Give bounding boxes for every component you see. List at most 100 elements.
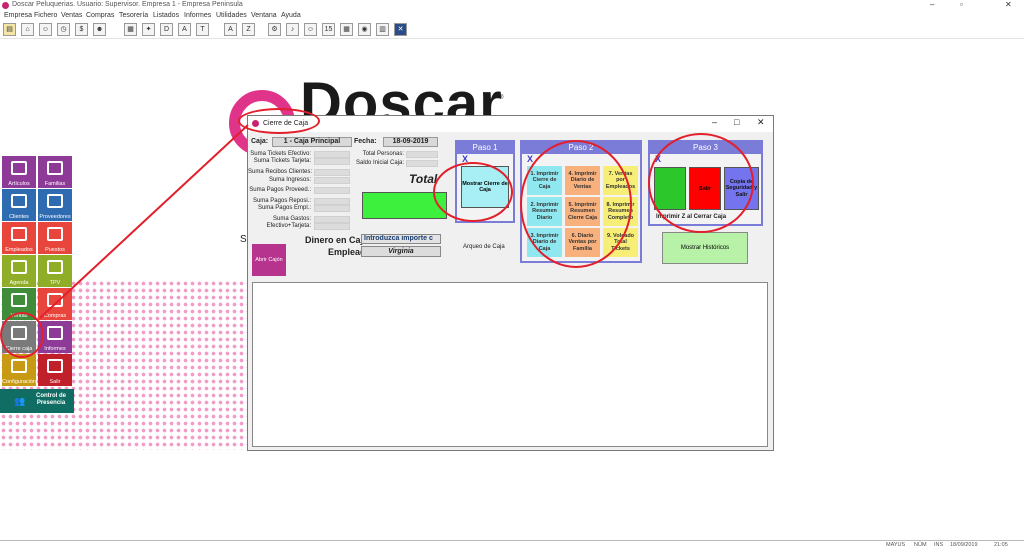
suma-recibos-value xyxy=(314,169,350,176)
menu-tesoreria[interactable]: Tesorería xyxy=(119,12,148,19)
suma-tickets-efectivo-label: Suma Tickets Efectivo: xyxy=(250,151,311,157)
mostrar-historicos-button[interactable]: Mostrar Históricos xyxy=(662,232,748,264)
people-icon[interactable]: ☺ xyxy=(39,23,52,36)
fecha-label: Fecha: xyxy=(354,138,377,145)
note-icon[interactable]: ♪ xyxy=(286,23,299,36)
calendar2-icon[interactable]: D xyxy=(160,23,173,36)
tile-label: Empleados xyxy=(5,247,33,253)
tile-label: Familias xyxy=(44,181,66,187)
annotation-circle-paso1 xyxy=(433,162,513,222)
menu-ventas[interactable]: Ventas xyxy=(61,12,82,19)
tile-1[interactable]: Familias xyxy=(38,156,72,188)
menu-bar: Empresa Fichero Ventas Compras Tesorería… xyxy=(0,12,1024,21)
tile-label: Compras xyxy=(43,313,67,319)
tile-label: Proveedores xyxy=(39,214,71,220)
tile-icon xyxy=(47,293,63,307)
tools-icon[interactable]: ✕ xyxy=(394,23,407,36)
calendar-icon[interactable]: ▦ xyxy=(124,23,137,36)
money-icon[interactable]: $ xyxy=(75,23,88,36)
doc-a-icon[interactable]: A xyxy=(224,23,237,36)
main-title-bar: Doscar Peluquerias. Usuario: Supervisor.… xyxy=(0,0,1024,12)
menu-compras[interactable]: Compras xyxy=(86,12,114,19)
tile-icon xyxy=(11,359,27,373)
star-icon[interactable]: ✦ xyxy=(142,23,155,36)
tile-icon xyxy=(47,161,63,175)
suma-tickets-tarjeta-value xyxy=(314,158,350,165)
tile-13[interactable]: Salir xyxy=(38,354,72,386)
globe-icon[interactable]: ◉ xyxy=(358,23,371,36)
menu-ayuda[interactable]: Ayuda xyxy=(281,12,301,19)
logo-registered: ® xyxy=(499,95,504,101)
people3-icon[interactable]: ☺ xyxy=(304,23,317,36)
dinero-cajon-input[interactable]: Introduzca importe c xyxy=(361,234,441,244)
window-title: Doscar Peluquerias. Usuario: Supervisor.… xyxy=(12,1,243,8)
total-personas-value xyxy=(406,151,438,158)
suma-pagos-proveed-value xyxy=(314,187,350,194)
suma-gastos-label: Suma Gastos: xyxy=(272,216,311,222)
doc-z-icon[interactable]: Z xyxy=(242,23,255,36)
people2-icon[interactable]: ☻ xyxy=(93,23,106,36)
minimize-button[interactable]: – xyxy=(930,0,934,9)
menu-utilidades[interactable]: Utilidades xyxy=(216,12,247,19)
suma-tickets-tarjeta-label: Suma Tickets Tarjeta: xyxy=(253,158,311,164)
menu-listados[interactable]: Listados xyxy=(153,12,179,19)
close-button[interactable]: ✕ xyxy=(1005,0,1012,9)
total-label: Total xyxy=(409,172,438,186)
folder-icon[interactable]: ▤ xyxy=(3,23,16,36)
tile-6[interactable]: Agenda xyxy=(2,255,36,287)
tile-label: Agenda xyxy=(9,280,29,286)
dialog-title-bar: Cierre de Caja – □ ✕ xyxy=(248,116,773,132)
control-presencia-button[interactable]: 👥 Control de Presencia xyxy=(0,389,74,413)
home-icon[interactable]: ⌂ xyxy=(21,23,34,36)
caja-label: Caja: xyxy=(251,138,269,145)
tile-icon xyxy=(47,260,63,274)
tile-label: Informes xyxy=(44,346,66,352)
calendar3-icon[interactable]: 15 xyxy=(322,23,335,36)
paso1-header: Paso 1 xyxy=(457,142,513,154)
report-area xyxy=(252,282,768,447)
tile-5[interactable]: Puestos xyxy=(38,222,72,254)
dialog-minimize-button[interactable]: – xyxy=(712,117,717,127)
dialog-maximize-button[interactable]: □ xyxy=(734,117,739,127)
menu-empresa[interactable]: Empresa xyxy=(4,12,32,19)
tile-4[interactable]: Empleados xyxy=(2,222,36,254)
status-mayus: MAYUS xyxy=(886,542,906,548)
abrir-cajon-button[interactable]: Abrir Cajón xyxy=(252,244,286,276)
total-personas-label: Total Personas: xyxy=(362,151,404,157)
restore-button[interactable]: ▫ xyxy=(960,0,963,9)
suma-pagos-reposi-label: Suma Pagos Reposi.: xyxy=(252,198,311,204)
tile-9[interactable]: Compras xyxy=(38,288,72,320)
grid-icon[interactable]: ▦ xyxy=(340,23,353,36)
clock-icon[interactable]: ◷ xyxy=(57,23,70,36)
menu-fichero[interactable]: Fichero xyxy=(34,12,57,19)
control-presencia-label: Control de Presencia xyxy=(36,393,66,407)
tile-2[interactable]: Clientes xyxy=(2,189,36,221)
menu-ventana[interactable]: Ventana xyxy=(251,12,277,19)
annotation-circle-paso3 xyxy=(648,133,754,233)
tile-label: Artículos xyxy=(8,181,30,187)
list-icon[interactable]: T xyxy=(196,23,209,36)
dialog-close-button[interactable]: ✕ xyxy=(757,117,765,128)
annotation-circle-cierre xyxy=(0,312,44,358)
empleado-field[interactable]: Virginia xyxy=(361,246,441,257)
efectivo-tarjeta-value xyxy=(314,223,350,230)
tile-label: Salir xyxy=(49,379,61,385)
tile-icon xyxy=(11,227,27,241)
tile-7[interactable]: TPV xyxy=(38,255,72,287)
tile-icon xyxy=(47,326,63,340)
tile-0[interactable]: Artículos xyxy=(2,156,36,188)
caja-select[interactable]: 1 - Caja Principal xyxy=(272,137,352,147)
suma-pagos-proveed-label: Suma Pagos Proveed.: xyxy=(249,187,311,193)
toolbar: ▤ ⌂ ☺ ◷ $ ☻ ▦ ✦ D A T A Z ⚙ ♪ ☺ 15 ▦ ◉ ▥… xyxy=(0,21,1024,39)
calc-icon[interactable]: ▥ xyxy=(376,23,389,36)
annotation-circle-paso2 xyxy=(520,140,632,268)
gear-icon[interactable]: ⚙ xyxy=(268,23,281,36)
fecha-field[interactable]: 18-09-2019 xyxy=(383,137,438,147)
app-icon xyxy=(2,2,9,9)
menu-informes[interactable]: Informes xyxy=(184,12,211,19)
tile-3[interactable]: Proveedores xyxy=(38,189,72,221)
status-time: 21:05 xyxy=(994,542,1008,548)
cart-icon[interactable]: A xyxy=(178,23,191,36)
suma-gastos-value xyxy=(314,216,350,223)
tile-12[interactable]: Configuración xyxy=(2,354,36,386)
